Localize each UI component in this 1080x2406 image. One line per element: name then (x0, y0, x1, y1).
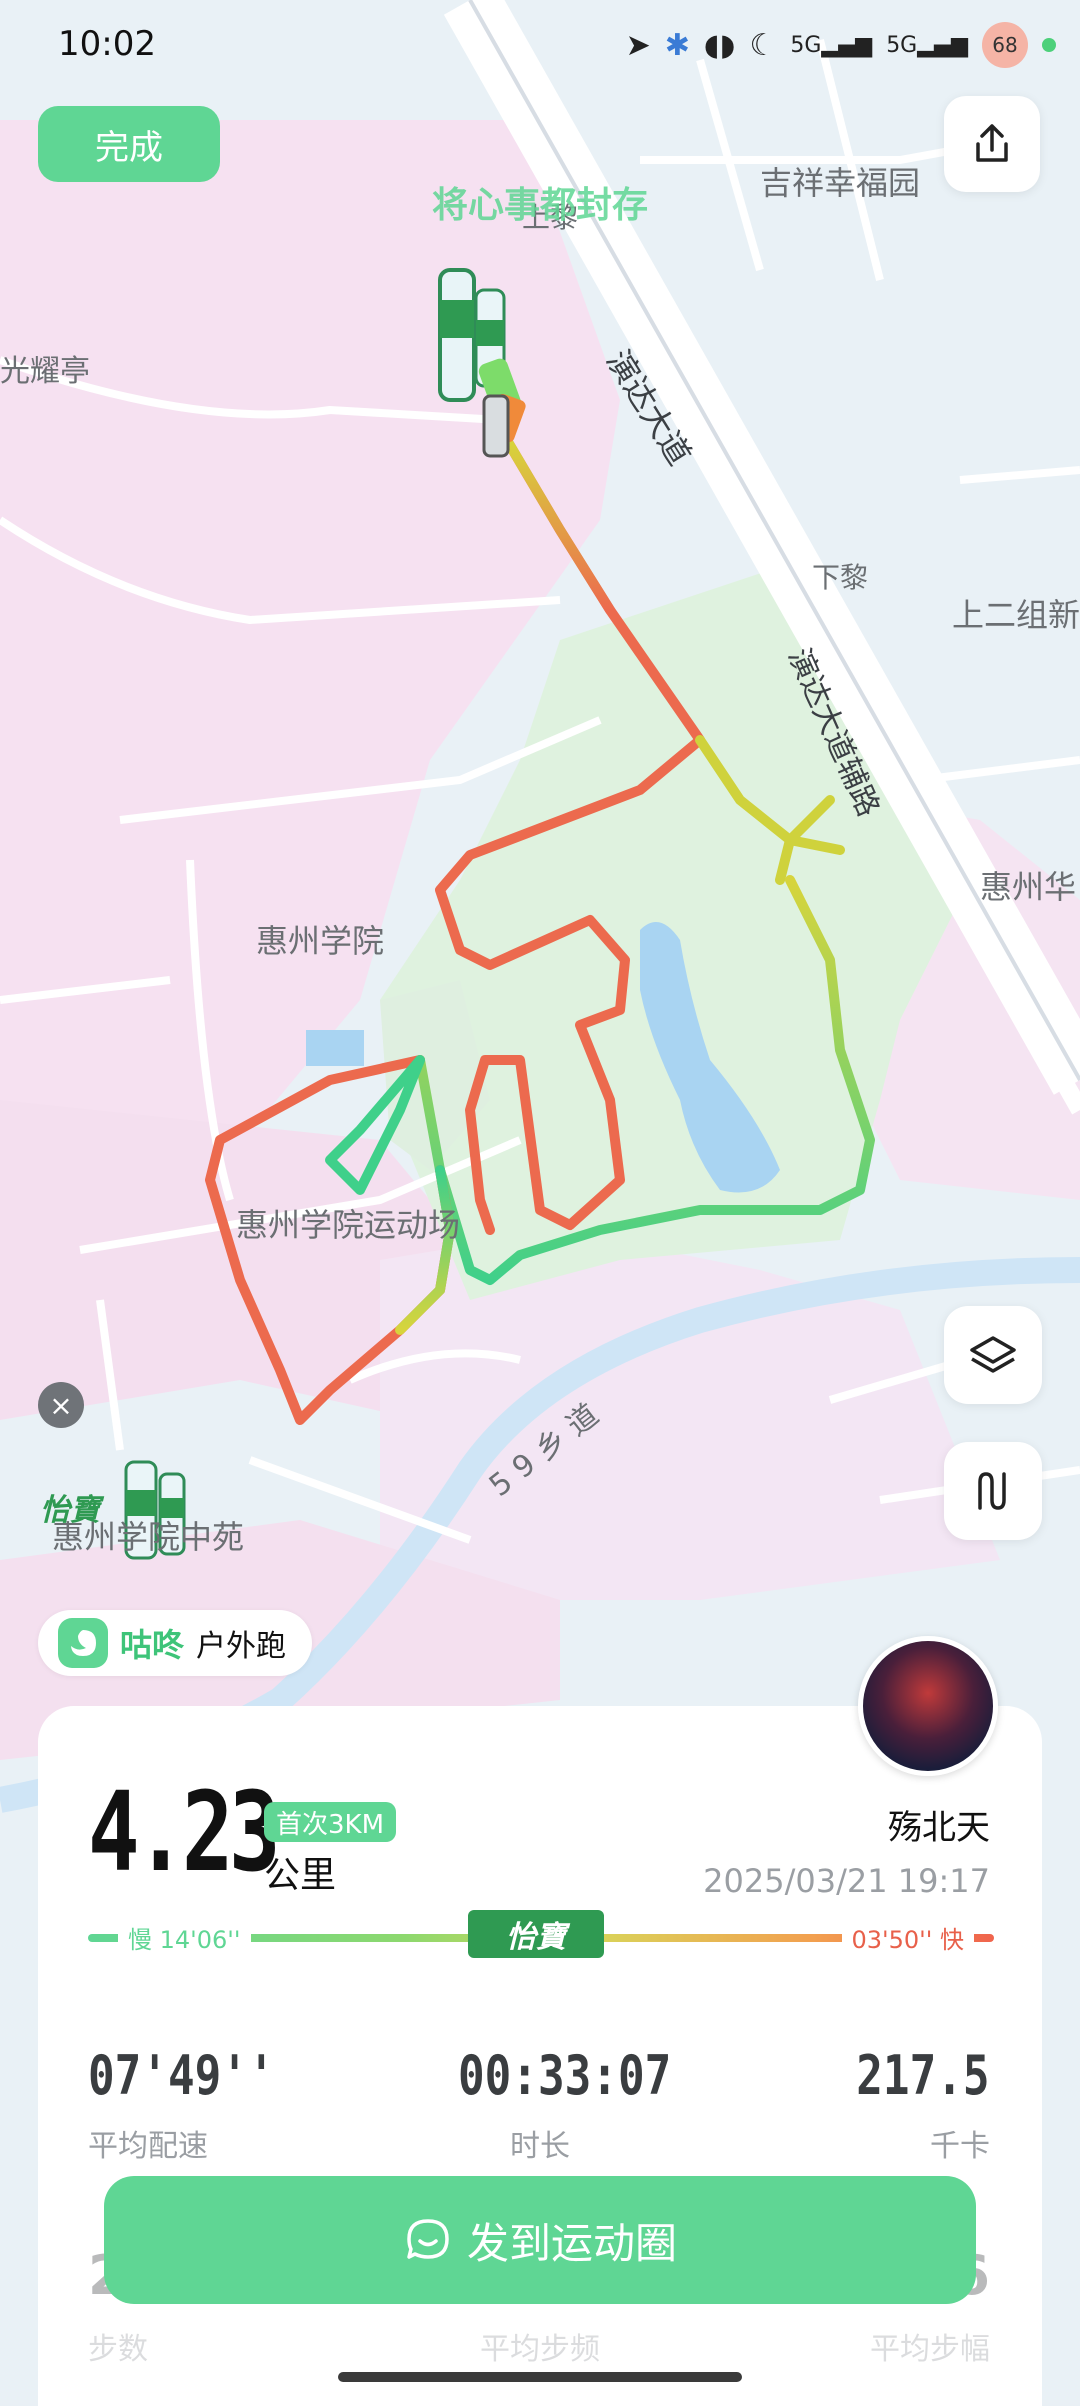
stat-avg-pace: 07'49'' 平均配速 (88, 2044, 316, 2165)
done-button[interactable]: 完成 (38, 106, 220, 182)
stat-label: 时长 (510, 2129, 570, 2164)
avatar[interactable] (858, 1636, 998, 1776)
username: 殇北天 (888, 1808, 990, 1848)
close-ad-button[interactable]: × (38, 1382, 84, 1428)
moon-icon: ☾ (749, 27, 777, 63)
status-time: 10:02 (58, 24, 156, 64)
distance-unit: 公里 (264, 1855, 337, 1896)
map-label: 光耀亭 (0, 354, 90, 389)
post-button-label: 发到运动圈 (466, 2218, 677, 2268)
stat-calories: 217.5 千卡 (827, 2044, 990, 2165)
earbuds-icon: ◖◗ (703, 27, 736, 63)
app-name: 咕咚 (120, 1626, 185, 1664)
map-label: 惠州学院 (256, 922, 385, 960)
stat-value: 00:33:07 (458, 2044, 672, 2107)
codoon-logo-icon (58, 1618, 108, 1668)
status-bar: 10:02 ➤ ✱ ◖◗ ☾ 5G▂▄▆ 5G▂▄▆ 68 (0, 0, 1080, 92)
home-indicator[interactable] (338, 2372, 742, 2382)
stat-label: 千卡 (930, 2129, 990, 2164)
pace-fast-label: 03'50'' 快 (841, 1920, 974, 1955)
stat-stride-label: 平均步幅 (870, 2332, 990, 2367)
location-arrow-icon: ➤ (625, 27, 651, 63)
map-label: 惠州学院运动场 (236, 1206, 461, 1244)
share-button[interactable] (944, 96, 1040, 192)
status-dot-icon (1042, 38, 1056, 52)
map-label: 惠州华 (980, 868, 1077, 906)
distance-value: 4.23 (88, 1768, 281, 1896)
chat-smile-icon (407, 2219, 449, 2259)
workout-datetime: 2025/03/21 19:17 (703, 1862, 990, 1900)
sponsor-slogan: 将心事都封存 (432, 185, 649, 226)
route-icon (978, 1472, 1006, 1510)
achievement-badge: 首次3KM (264, 1802, 397, 1842)
map-layers-button[interactable] (944, 1306, 1042, 1404)
stat-value: 217.5 (856, 2044, 990, 2107)
stat-value: 07'49'' (88, 2044, 275, 2107)
sponsor-logo: 怡寶 (468, 1910, 604, 1958)
map-label: 下黎 (812, 561, 869, 594)
close-icon: × (49, 1388, 73, 1422)
bluetooth-icon: ✱ (664, 27, 690, 63)
map-label: 上二组新 (952, 596, 1080, 634)
battery-icon: 68 (982, 22, 1028, 68)
signal-5g-icon: 5G▂▄▆ (886, 32, 968, 58)
signal-5g-icon: 5G▂▄▆ (790, 32, 873, 58)
activity-type: 户外跑 (196, 1629, 287, 1664)
stat-label: 平均配速 (88, 2129, 208, 2164)
map-label: 吉祥幸福园 (760, 164, 921, 202)
stat-steps-label: 步数 (88, 2332, 148, 2367)
app-brand-pill: 咕咚 户外跑 (38, 1610, 313, 1676)
stat-cadence-label: 平均步频 (480, 2332, 600, 2367)
share-icon (976, 124, 1008, 162)
layers-icon (970, 1336, 1016, 1373)
post-to-feed-button[interactable]: 发到运动圈 (104, 2176, 976, 2304)
route-replay-button[interactable] (944, 1442, 1042, 1540)
stat-duration: 00:33:07 时长 (440, 2044, 672, 2165)
pace-slow-label: 慢 14'06'' (118, 1920, 251, 1955)
map-label: 惠州学院中苑 (52, 1518, 245, 1556)
